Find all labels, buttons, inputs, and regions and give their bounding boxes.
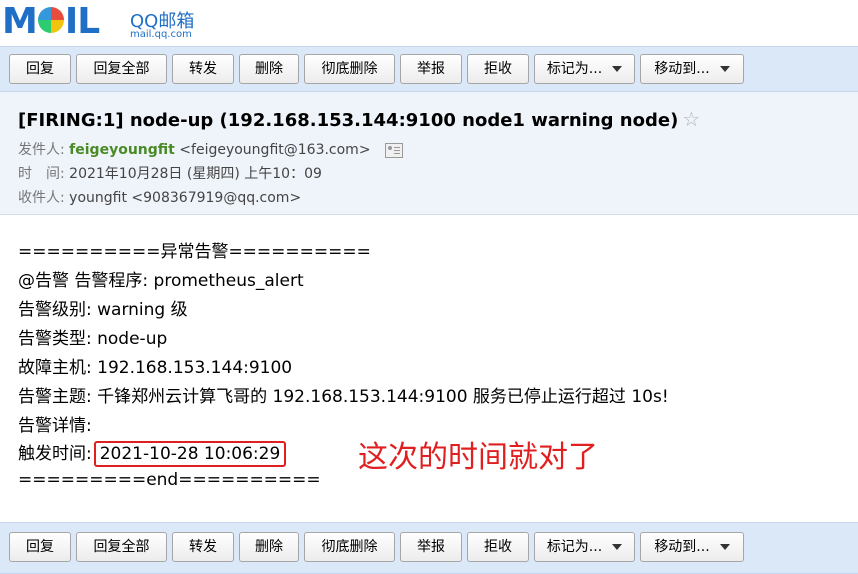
logo-o-icon — [37, 7, 64, 33]
body-line: 告警详情: — [18, 416, 92, 436]
to-row: 收件人: youngfit <908367919@qq.com> — [18, 187, 301, 207]
forward-button[interactable]: 转发 — [172, 532, 234, 562]
chevron-down-icon — [719, 66, 730, 72]
delete-permanently-button[interactable]: 彻底删除 — [304, 54, 395, 84]
recipient-address: <908367919@qq.com> — [131, 190, 302, 206]
chevron-down-icon — [612, 66, 623, 72]
reply-button[interactable]: 回复 — [9, 532, 71, 562]
from-row: 发件人: feigeyoungfit <feigeyoungfit@163.co… — [18, 139, 404, 159]
move-to-dropdown[interactable]: 移动到... — [640, 532, 744, 562]
logo-mail-text: M IL — [2, 1, 100, 42]
subject-text: [FIRING:1] node-up (192.168.153.144:9100… — [18, 110, 679, 131]
trigger-time-highlight: 2021-10-28 10:06:29 — [93, 441, 287, 467]
chevron-down-icon — [612, 544, 623, 550]
reply-button[interactable]: 回复 — [9, 54, 71, 84]
qq-mail-logo[interactable]: M IL QQ邮箱 mail.qq.com — [2, 1, 194, 42]
body-line: 告警主题: 千锋郑州云计算飞哥的 192.168.153.144:9100 服务… — [18, 387, 669, 407]
reject-button[interactable]: 拒收 — [467, 54, 529, 84]
chevron-down-icon — [719, 544, 730, 550]
report-button[interactable]: 举报 — [400, 54, 462, 84]
mark-as-label: 标记为... — [546, 61, 603, 77]
forward-button[interactable]: 转发 — [172, 54, 234, 84]
sent-time: 2021年10月28日 (星期四) 上午10：09 — [69, 166, 322, 182]
star-icon[interactable]: ☆ — [682, 107, 700, 131]
mark-as-dropdown[interactable]: 标记为... — [534, 532, 635, 562]
delete-permanently-button[interactable]: 彻底删除 — [304, 532, 395, 562]
to-label: 收件人: — [18, 190, 65, 206]
body-line: 故障主机: 192.168.153.144:9100 — [18, 358, 293, 378]
logo-domain: mail.qq.com — [130, 29, 192, 40]
body-line: 告警级别: warning 级 — [18, 300, 188, 320]
sender-address: <feigeyoungfit@163.com> — [179, 142, 371, 158]
mark-as-label: 标记为... — [546, 539, 603, 555]
move-to-label: 移动到... — [654, 539, 710, 555]
move-to-dropdown[interactable]: 移动到... — [640, 54, 744, 84]
bottom-toolbar: 回复 回复全部 转发 删除 彻底删除 举报 拒收 标记为... 移动到... — [0, 522, 858, 574]
body-line: =========end========== — [18, 470, 321, 490]
delete-button[interactable]: 删除 — [239, 532, 299, 562]
reject-button[interactable]: 拒收 — [467, 532, 529, 562]
time-row: 时 间: 2021年10月28日 (星期四) 上午10：09 — [18, 163, 322, 183]
contact-card-icon[interactable] — [385, 142, 404, 158]
from-label: 发件人: — [18, 142, 65, 158]
email-subject: [FIRING:1] node-up (192.168.153.144:9100… — [18, 107, 700, 131]
body-line: ==========异常告警========== — [18, 242, 371, 262]
reply-all-button[interactable]: 回复全部 — [76, 54, 167, 84]
report-button[interactable]: 举报 — [400, 532, 462, 562]
header: M IL QQ邮箱 mail.qq.com — [0, 0, 858, 46]
trigger-time-line: 触发时间: 2021-10-28 10:06:29 — [18, 439, 287, 467]
mark-as-dropdown[interactable]: 标记为... — [534, 54, 635, 84]
body-line: @告警 告警程序: prometheus_alert — [18, 271, 304, 291]
body-line: 告警类型: node-up — [18, 329, 168, 349]
time-label: 时 间: — [18, 166, 65, 182]
sender-name[interactable]: feigeyoungfit — [69, 142, 175, 158]
reply-all-button[interactable]: 回复全部 — [76, 532, 167, 562]
recipient-name: youngfit — [69, 190, 127, 206]
red-annotation: 这次的时间就对了 — [358, 440, 598, 475]
email-header: [FIRING:1] node-up (192.168.153.144:9100… — [0, 92, 858, 215]
move-to-label: 移动到... — [654, 61, 710, 77]
delete-button[interactable]: 删除 — [239, 54, 299, 84]
trigger-time-label: 触发时间: — [18, 444, 92, 464]
top-toolbar: 回复 回复全部 转发 删除 彻底删除 举报 拒收 标记为... 移动到... — [0, 46, 858, 92]
